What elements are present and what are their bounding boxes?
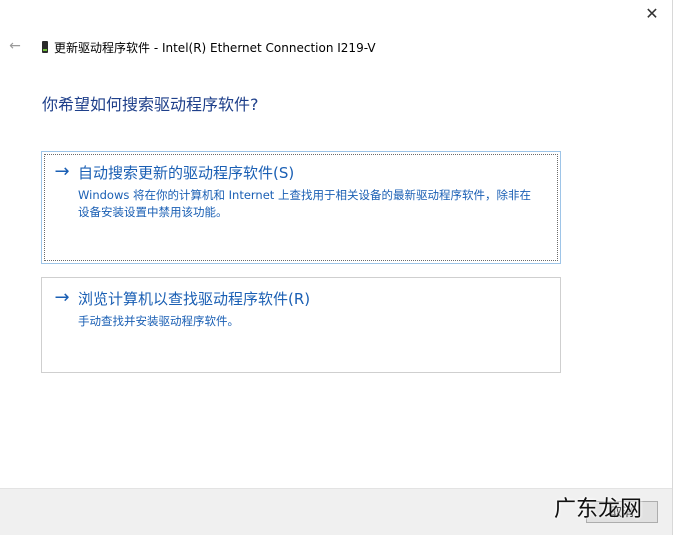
option-title: 自动搜索更新的驱动程序软件(S) (78, 163, 295, 182)
window-title: 更新驱动程序软件 - Intel(R) Ethernet Connection … (54, 40, 376, 55)
option-title: 浏览计算机以查找驱动程序软件(R) (78, 289, 311, 308)
close-icon[interactable]: ✕ (638, 2, 666, 26)
update-driver-dialog: ✕ ← 更新驱动程序软件 - Intel(R) Ethernet Connect… (0, 0, 673, 535)
option-description: 手动查找并安装驱动程序软件。 (78, 314, 239, 328)
site-watermark: 广东龙网 (553, 497, 642, 522)
option-description: Windows 将在你的计算机和 Internet 上查找用于相关设备的最新驱动… (78, 188, 531, 219)
network-device-icon (42, 41, 48, 53)
arrow-right-icon: → (54, 287, 70, 308)
search-automatically-option[interactable]: → 自动搜索更新的驱动程序软件(S) Windows 将在你的计算机和 Inte… (41, 151, 561, 264)
window-title-bar: 更新驱动程序软件 - Intel(R) Ethernet Connection … (42, 37, 376, 57)
page-heading: 你希望如何搜索驱动程序软件? (42, 95, 259, 114)
back-arrow-icon[interactable]: ← (6, 36, 24, 56)
arrow-right-icon: → (54, 161, 70, 182)
browse-computer-option[interactable]: → 浏览计算机以查找驱动程序软件(R) 手动查找并安装驱动程序软件。 (41, 277, 561, 373)
